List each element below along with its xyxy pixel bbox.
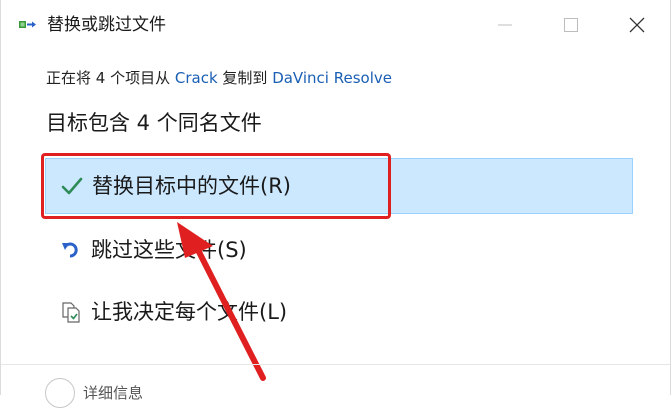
minimize-icon xyxy=(498,24,512,26)
close-button[interactable] xyxy=(604,0,670,50)
minimize-button[interactable] xyxy=(472,0,538,50)
copy-progress-text: 正在将 4 个项目从 Crack 复制到 DaVinci Resolve xyxy=(46,66,392,90)
file-copy-icon xyxy=(19,17,39,33)
skip-files-option[interactable]: 跳过这些文件(S) xyxy=(45,223,633,279)
decide-each-file-option[interactable]: 让我决定每个文件(L) xyxy=(45,285,633,341)
maximize-icon xyxy=(564,18,578,32)
replace-or-skip-dialog: 替换或跳过文件 正在将 4 个项目从 Crack 复制到 DaVinci Res… xyxy=(0,0,671,408)
title-bar[interactable]: 替换或跳过文件 xyxy=(1,0,670,50)
details-label[interactable]: 详细信息 xyxy=(83,382,143,404)
footer-divider xyxy=(1,364,670,365)
details-toggle-button[interactable] xyxy=(45,378,75,408)
source-folder-link[interactable]: Crack xyxy=(175,69,218,87)
conflict-heading: 目标包含 4 个同名文件 xyxy=(46,111,262,135)
close-icon xyxy=(629,17,645,33)
maximize-button[interactable] xyxy=(538,0,604,50)
window-title: 替换或跳过文件 xyxy=(47,15,166,35)
copy-middle: 复制到 xyxy=(217,69,273,87)
highlight-annotation-box xyxy=(41,153,391,219)
compare-files-icon xyxy=(60,301,82,323)
decide-each-file-label: 让我决定每个文件(L) xyxy=(91,300,288,324)
copy-prefix: 正在将 4 个项目从 xyxy=(46,69,175,87)
skip-files-label: 跳过这些文件(S) xyxy=(91,238,247,262)
skip-arrow-icon xyxy=(60,239,82,261)
destination-folder-link[interactable]: DaVinci Resolve xyxy=(272,69,392,87)
